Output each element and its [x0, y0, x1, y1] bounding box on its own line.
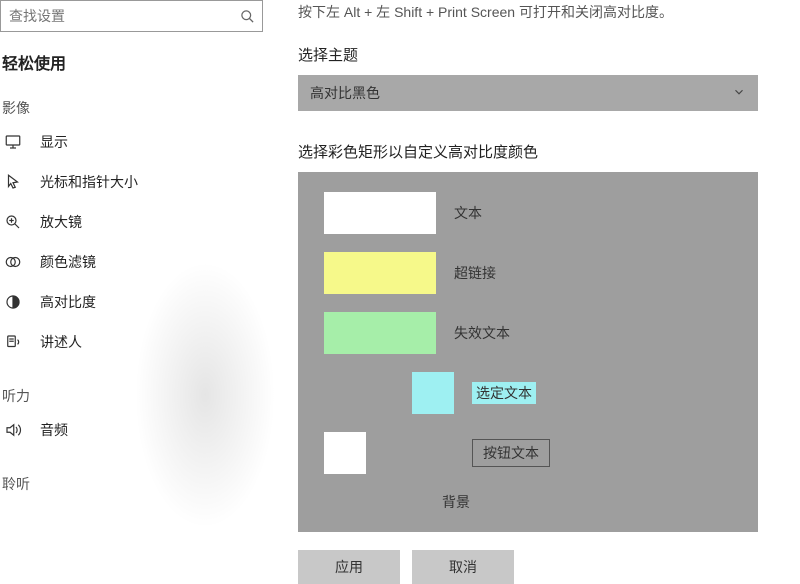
display-icon [2, 131, 24, 153]
nav-magnifier[interactable]: 放大镜 [0, 202, 278, 242]
shortcut-hint: 按下左 Alt + 左 Shift + Print Screen 可打开和关闭高… [298, 2, 782, 22]
swatch-disabled[interactable] [324, 312, 436, 354]
search-input[interactable] [1, 8, 232, 24]
magnifier-icon [2, 211, 24, 233]
nav-audio[interactable]: 音频 [0, 410, 278, 450]
high-contrast-icon [2, 291, 24, 313]
dropdown-value: 高对比黑色 [310, 83, 380, 103]
chevron-down-icon [732, 85, 746, 102]
narrator-icon [2, 331, 24, 353]
nav-display[interactable]: 显示 [0, 122, 278, 162]
swatch-button[interactable] [324, 432, 366, 474]
nav-narrator[interactable]: 讲述人 [0, 322, 278, 362]
swatch-text[interactable] [324, 192, 436, 234]
category-vision: 影像 [2, 98, 278, 118]
apply-button[interactable]: 应用 [298, 550, 400, 584]
cursor-icon [2, 171, 24, 193]
nav-label: 高对比度 [40, 292, 96, 312]
swatch-hyperlink[interactable] [324, 252, 436, 294]
category-other: 聆听 [2, 474, 278, 494]
label-hyperlink: 超链接 [454, 263, 496, 283]
category-hearing: 听力 [2, 386, 278, 406]
label-disabled: 失效文本 [454, 323, 510, 343]
search-box[interactable] [0, 0, 263, 32]
audio-icon [2, 419, 24, 441]
nav-cursor[interactable]: 光标和指针大小 [0, 162, 278, 202]
search-icon[interactable] [232, 1, 262, 31]
nav-label: 音频 [40, 420, 68, 440]
label-selected: 选定文本 [472, 382, 536, 404]
nav-label: 放大镜 [40, 212, 82, 232]
nav-label: 讲述人 [40, 332, 82, 352]
select-theme-heading: 选择主题 [298, 44, 782, 65]
label-text: 文本 [454, 203, 482, 223]
nav-color-filters[interactable]: 颜色滤镜 [0, 242, 278, 282]
color-filters-icon [2, 251, 24, 273]
color-panel: 文本 超链接 失效文本 选定文本 按钮文本 背景 [298, 172, 758, 532]
nav-label: 光标和指针大小 [40, 172, 138, 192]
nav-label: 显示 [40, 132, 68, 152]
theme-dropdown[interactable]: 高对比黑色 [298, 75, 758, 111]
nav-label: 颜色滤镜 [40, 252, 96, 272]
nav-high-contrast[interactable]: 高对比度 [0, 282, 278, 322]
label-background: 背景 [442, 492, 470, 512]
cancel-button[interactable]: 取消 [412, 550, 514, 584]
swatch-selected[interactable] [412, 372, 454, 414]
select-rect-heading: 选择彩色矩形以自定义高对比度颜色 [298, 141, 782, 162]
sidebar-section-title: 轻松使用 [2, 50, 278, 74]
label-button: 按钮文本 [472, 439, 550, 467]
